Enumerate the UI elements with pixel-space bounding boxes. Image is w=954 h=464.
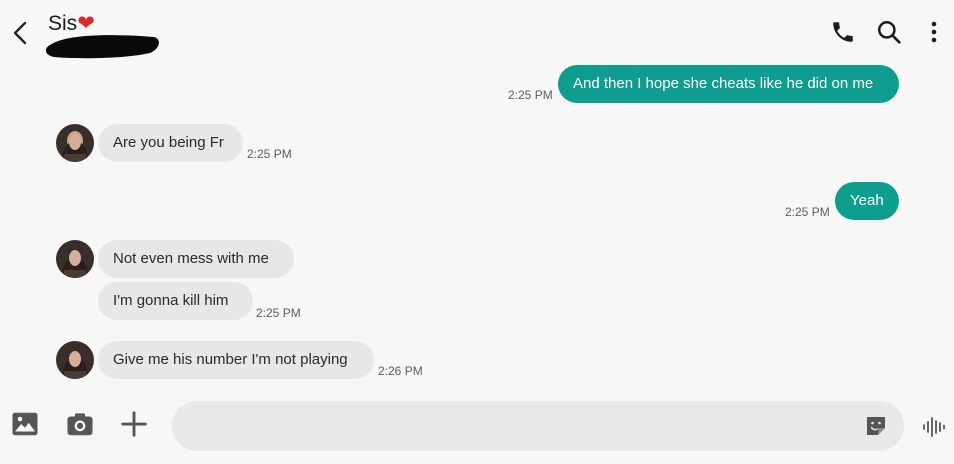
contact-avatar[interactable]: [56, 124, 94, 162]
incoming-message-bubble[interactable]: Give me his number I'm not playing: [98, 341, 374, 379]
conversation-header: Sis❤: [0, 0, 954, 62]
back-arrow-icon[interactable]: [8, 20, 32, 46]
avatar-image: [56, 124, 94, 162]
incoming-message-bubble[interactable]: Not even mess with me: [98, 240, 294, 278]
composer-bar: [0, 392, 954, 464]
outgoing-message-bubble[interactable]: And then I hope she cheats like he did o…: [558, 65, 899, 103]
message-timestamp: 2:25 PM: [247, 147, 292, 161]
incoming-message-bubble[interactable]: Are you being Fr: [98, 124, 243, 162]
redaction-scribble: [45, 35, 159, 59]
avatar-image: [56, 240, 94, 278]
gallery-icon[interactable]: [10, 409, 40, 439]
avatar-image: [56, 341, 94, 379]
message-timestamp: 2:25 PM: [508, 88, 553, 102]
message-timestamp: 2:26 PM: [378, 364, 423, 378]
message-timestamp: 2:25 PM: [785, 205, 830, 219]
voice-icon[interactable]: [922, 416, 948, 438]
search-icon[interactable]: [876, 19, 902, 45]
outgoing-message-bubble[interactable]: Yeah: [835, 182, 899, 220]
sticker-icon[interactable]: [864, 414, 888, 438]
plus-icon[interactable]: [119, 409, 149, 439]
contact-avatar[interactable]: [56, 341, 94, 379]
phone-icon[interactable]: [830, 19, 856, 45]
message-input-container[interactable]: [172, 401, 904, 453]
message-input[interactable]: [190, 401, 854, 453]
message-timestamp: 2:25 PM: [256, 306, 301, 320]
more-vert-icon[interactable]: [922, 19, 946, 45]
incoming-message-bubble[interactable]: I'm gonna kill him: [98, 282, 253, 320]
contact-avatar[interactable]: [56, 240, 94, 278]
camera-icon[interactable]: [65, 409, 95, 439]
